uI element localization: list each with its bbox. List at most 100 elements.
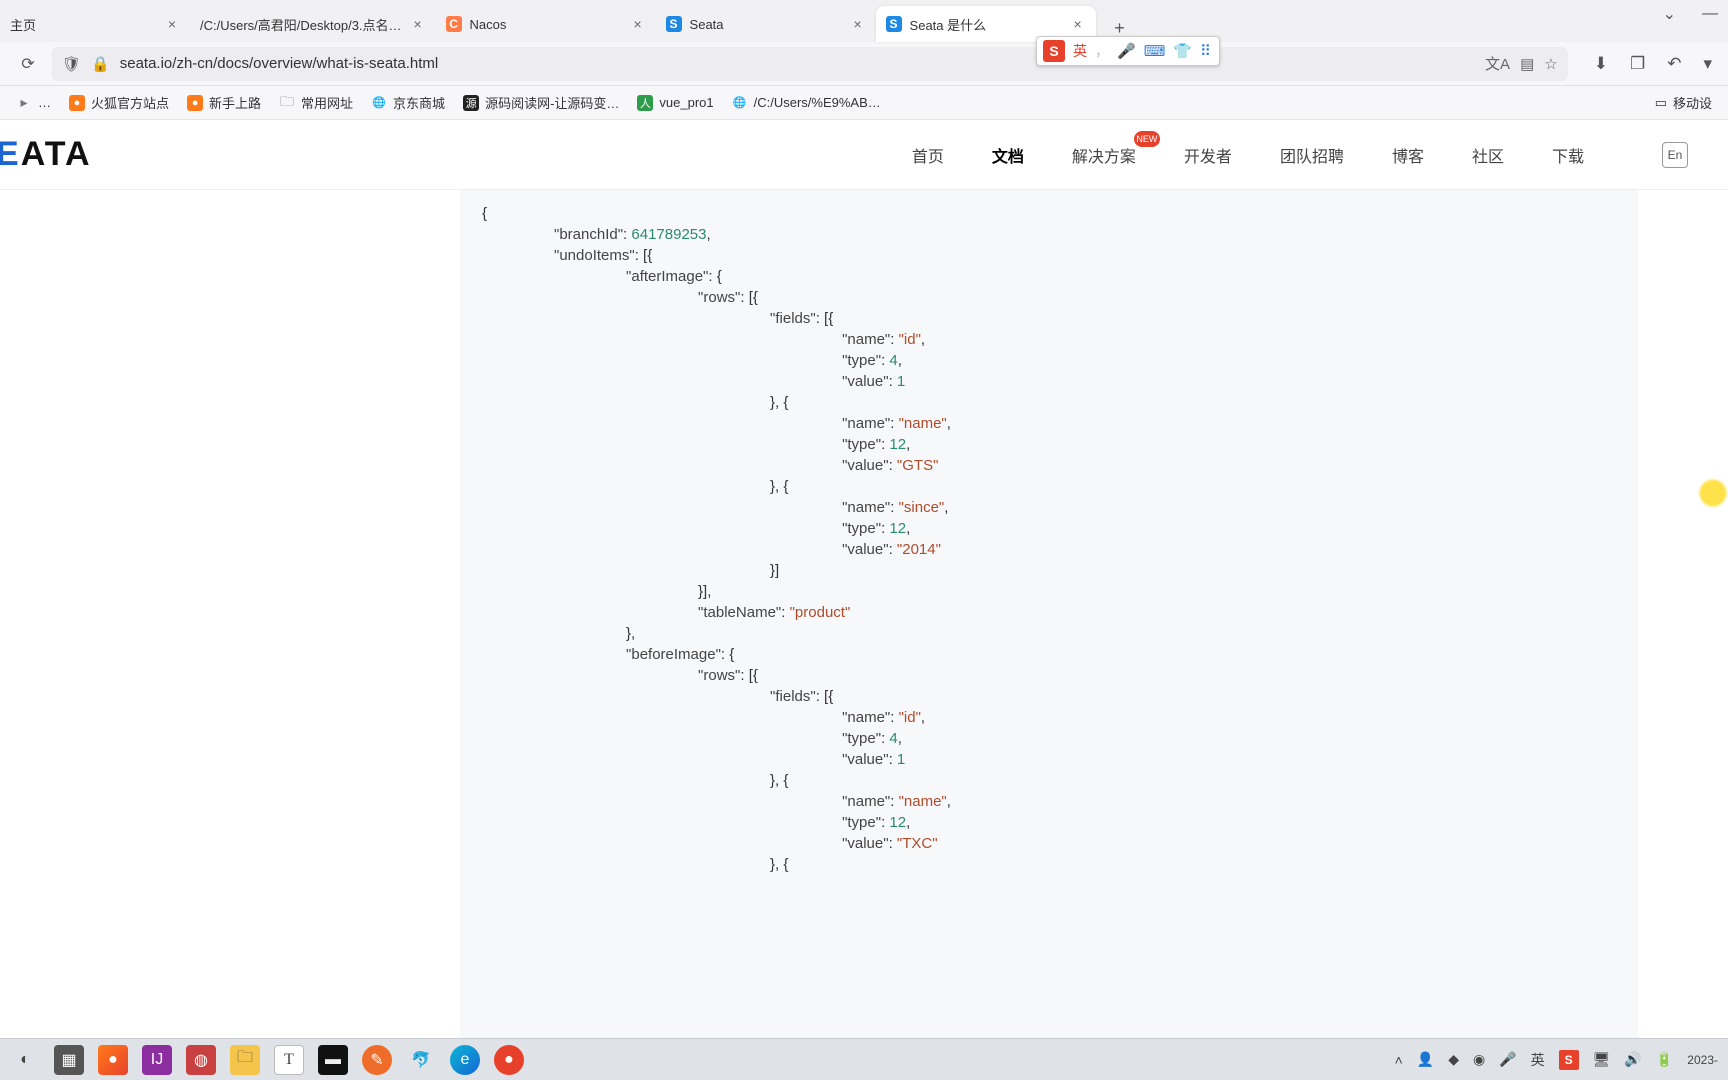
- nav-solution[interactable]: 解决方案NEW: [1072, 143, 1136, 167]
- browser-tab[interactable]: C Nacos ×: [436, 6, 656, 42]
- tray-sogou-icon[interactable]: S: [1559, 1050, 1579, 1070]
- cursor-highlight: [1698, 478, 1728, 508]
- tab-title: Seata 是什么: [910, 15, 1062, 34]
- favicon: S: [886, 16, 902, 32]
- windows-taskbar: ◐ ▦ ● IJ ◍ 🗀 T ▬ ✎ 🐬 e ● ˄ 👤 ◆ ◉ 🎤 英 S 🖥…: [0, 1038, 1728, 1080]
- tab-title: Nacos: [470, 17, 622, 32]
- bookmark-item[interactable]: ●新手上路: [187, 93, 261, 112]
- firefox-icon[interactable]: ●: [98, 1045, 128, 1075]
- bookmarks-bar: ▸… ●火狐官方站点 ●新手上路 🗀常用网址 🌐京东商城 源源码阅读网-让源码变…: [0, 86, 1728, 120]
- bookmark-item[interactable]: ▸…: [16, 95, 51, 111]
- translate-icon[interactable]: 文A: [1485, 53, 1510, 74]
- site-header: EATA 首页 文档 解决方案NEW 开发者 团队招聘 博客 社区 下载 En: [0, 120, 1728, 190]
- shield-icon: 🛡: [62, 55, 81, 73]
- bookmark-mobile[interactable]: ▭移动设: [1655, 93, 1712, 112]
- tray-display-icon[interactable]: 🖥: [1593, 1051, 1611, 1068]
- tab-title: Seata: [690, 17, 842, 32]
- close-icon[interactable]: ×: [630, 16, 646, 32]
- downloads-icon[interactable]: ⬇: [1594, 54, 1608, 74]
- url-bar[interactable]: 🛡 🔒 seata.io/zh-cn/docs/overview/what-is…: [52, 47, 1568, 81]
- browser-tab[interactable]: 主页 ×: [0, 6, 190, 42]
- tray-app-icon[interactable]: ◉: [1473, 1051, 1485, 1068]
- nav-community[interactable]: 社区: [1472, 143, 1504, 167]
- app-icon[interactable]: ◍: [186, 1045, 216, 1075]
- favicon: C: [446, 16, 462, 32]
- browser-tab[interactable]: S Seata ×: [656, 6, 876, 42]
- terminal-icon[interactable]: ▬: [318, 1045, 348, 1075]
- nav-home[interactable]: 首页: [912, 143, 944, 167]
- tray-clock[interactable]: 2023-: [1687, 1053, 1718, 1067]
- nav-download[interactable]: 下载: [1552, 143, 1584, 167]
- tab-title: 主页: [10, 15, 156, 34]
- extension-icon[interactable]: ❐: [1630, 54, 1645, 74]
- site-icon: 源: [463, 95, 479, 111]
- site-logo[interactable]: EATA: [0, 135, 92, 174]
- dolphin-icon[interactable]: 🐬: [406, 1045, 436, 1075]
- globe-icon: 🌐: [371, 95, 387, 111]
- bookmark-item[interactable]: 🌐/C:/Users/%E9%AB…: [732, 95, 881, 111]
- tray-mic-icon[interactable]: 🎤: [1499, 1051, 1516, 1068]
- tray-volume-icon[interactable]: 🔊: [1624, 1051, 1641, 1068]
- firefox-icon: ●: [69, 95, 85, 111]
- text-icon[interactable]: T: [274, 1045, 304, 1075]
- page-content: EATA 首页 文档 解决方案NEW 开发者 团队招聘 博客 社区 下载 En …: [0, 120, 1728, 1080]
- site-nav: 首页 文档 解决方案NEW 开发者 团队招聘 博客 社区 下载 En: [912, 142, 1688, 168]
- explorer-icon[interactable]: 🗀: [230, 1045, 260, 1075]
- close-icon[interactable]: ×: [850, 16, 866, 32]
- code-block: { "branchId": 641789253, "undoItems": [{…: [460, 190, 1638, 1080]
- bookmark-item[interactable]: 🌐京东商城: [371, 93, 445, 112]
- tray-app-icon[interactable]: ◆: [1448, 1051, 1459, 1068]
- lang-switch[interactable]: En: [1662, 142, 1688, 168]
- nav-blog[interactable]: 博客: [1392, 143, 1424, 167]
- close-icon[interactable]: ×: [164, 16, 180, 32]
- star-icon[interactable]: ☆: [1544, 55, 1557, 73]
- tray-battery-icon[interactable]: 🔋: [1656, 1051, 1673, 1068]
- reader-icon[interactable]: ▤: [1520, 55, 1534, 73]
- start-icon[interactable]: ◐: [10, 1045, 40, 1075]
- firefox-icon: ●: [187, 95, 203, 111]
- bookmark-item[interactable]: 人vue_pro1: [637, 95, 713, 111]
- tray-chevron-icon[interactable]: ˄: [1395, 1052, 1403, 1068]
- nav-dev[interactable]: 开发者: [1184, 143, 1232, 167]
- browser-tab[interactable]: /C:/Users/高君阳/Desktop/3.点名… ×: [190, 6, 436, 42]
- keyboard-icon[interactable]: ⌨: [1144, 42, 1166, 60]
- globe-icon: 🌐: [732, 95, 748, 111]
- undo-icon[interactable]: ↶: [1667, 54, 1681, 74]
- filter-icon[interactable]: ▾: [1703, 54, 1712, 74]
- ime-punct[interactable]: ，: [1095, 41, 1109, 61]
- close-icon[interactable]: ×: [1070, 16, 1086, 32]
- edge-icon[interactable]: e: [450, 1045, 480, 1075]
- bookmark-item[interactable]: 源源码阅读网-让源码变…: [463, 93, 619, 112]
- folder-icon: 🗀: [279, 95, 295, 111]
- tab-title: /C:/Users/高君阳/Desktop/3.点名…: [200, 15, 402, 34]
- site-icon: 人: [637, 95, 653, 111]
- nav-docs[interactable]: 文档: [992, 143, 1024, 167]
- bookmark-item[interactable]: 🗀常用网址: [279, 93, 353, 112]
- record-icon[interactable]: ●: [494, 1045, 524, 1075]
- system-tray: ˄ 👤 ◆ ◉ 🎤 英 S 🖥 🔊 🔋 2023-: [1395, 1050, 1718, 1070]
- postman-icon[interactable]: ✎: [362, 1045, 392, 1075]
- ime-toolbar[interactable]: S 英 ， 🎤 ⌨ 👕 ⠿: [1036, 36, 1220, 66]
- close-icon[interactable]: ×: [410, 16, 426, 32]
- favicon: S: [666, 16, 682, 32]
- skin-icon[interactable]: 👕: [1173, 42, 1192, 60]
- mic-icon[interactable]: 🎤: [1117, 42, 1136, 60]
- url-text: seata.io/zh-cn/docs/overview/what-is-sea…: [120, 55, 1475, 72]
- folder-icon: ▸: [16, 95, 32, 111]
- intellij-icon[interactable]: IJ: [142, 1045, 172, 1075]
- minimize-icon[interactable]: —: [1702, 5, 1718, 23]
- bookmark-item[interactable]: ●火狐官方站点: [69, 93, 169, 112]
- tray-app-icon[interactable]: 👤: [1417, 1051, 1434, 1068]
- lock-icon: 🔒: [91, 55, 110, 73]
- browser-tab-strip: 主页 × /C:/Users/高君阳/Desktop/3.点名… × C Nac…: [0, 0, 1728, 42]
- reload-icon[interactable]: ⟳: [16, 52, 40, 76]
- tab-overflow-icon[interactable]: ⌄: [1663, 4, 1676, 24]
- tray-ime-icon[interactable]: 英: [1531, 1050, 1545, 1070]
- grid-icon[interactable]: ⠿: [1200, 42, 1211, 60]
- ime-lang[interactable]: 英: [1073, 41, 1087, 61]
- address-bar-row: ⟳ 🛡 🔒 seata.io/zh-cn/docs/overview/what-…: [0, 42, 1728, 86]
- nav-jobs[interactable]: 团队招聘: [1280, 143, 1344, 167]
- new-badge: NEW: [1134, 131, 1160, 147]
- sogou-icon: S: [1043, 40, 1065, 62]
- taskview-icon[interactable]: ▦: [54, 1045, 84, 1075]
